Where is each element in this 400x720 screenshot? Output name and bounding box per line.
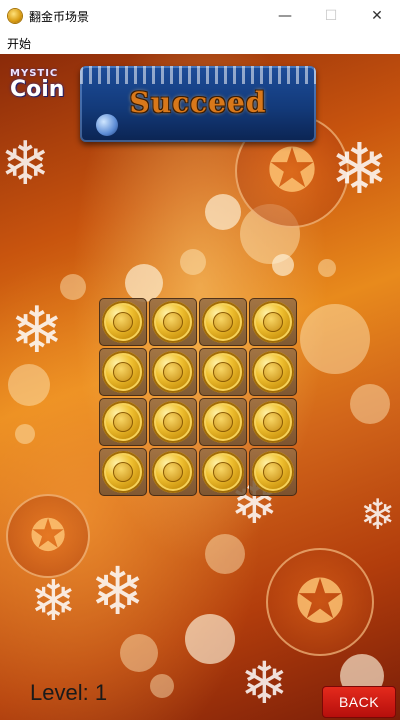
coin-grid [99,298,299,498]
snowflake-icon: ❄ [360,490,396,539]
bokeh-light [15,424,35,444]
coin-tile[interactable] [249,298,297,346]
bokeh-light [185,614,235,664]
gold-coin-icon [102,451,144,493]
window-title: 翻金币场景 [29,9,90,24]
bokeh-light [125,264,163,302]
window-controls: — ☐ ✕ [262,0,400,32]
gold-coin-icon [202,451,244,493]
title-bar: 翻金币场景 — ☐ ✕ [0,0,400,32]
game-logo: MYSTIC Coin [10,68,64,102]
gold-coin-icon [252,451,294,493]
coin-tile[interactable] [249,398,297,446]
gold-coin-icon [252,351,294,393]
bokeh-light [205,534,245,574]
gold-coin-icon [102,301,144,343]
coin-tile[interactable] [149,448,197,496]
snowflake-icon: ❄ [90,553,146,630]
close-button[interactable]: ✕ [354,0,400,32]
bokeh-light [8,364,50,406]
ornament-ball: ✪ [266,548,374,656]
gold-coin-icon [152,451,194,493]
coin-tile[interactable] [149,298,197,346]
logo-title: Coin [10,77,65,102]
coin-tile[interactable] [99,398,147,446]
menu-item-start[interactable]: 开始 [7,35,31,52]
coin-tile[interactable] [199,298,247,346]
coin-tile[interactable] [199,398,247,446]
coin-tile[interactable] [199,448,247,496]
coin-tile[interactable] [149,398,197,446]
coin-tile[interactable] [249,348,297,396]
level-label: Level: 1 [30,680,108,705]
bokeh-light [272,254,294,276]
minimize-button[interactable]: — [262,0,308,32]
coin-tile[interactable] [99,448,147,496]
bokeh-light [180,249,206,275]
snowflake-icon: ❄ [240,649,289,717]
coin-tile[interactable] [99,298,147,346]
snowflake-icon: ❄ [10,294,64,368]
coin-tile[interactable] [249,448,297,496]
back-button[interactable]: BACK [322,686,396,718]
bokeh-light [120,634,158,672]
menu-bar: 开始 [0,32,400,54]
bokeh-light [300,304,370,374]
gold-coin-icon [152,301,194,343]
gold-coin-icon [252,301,294,343]
coin-icon [8,9,22,23]
success-banner: Succeed [80,66,316,142]
bokeh-light [205,194,241,230]
gold-coin-icon [202,301,244,343]
gold-coin-icon [252,401,294,443]
snowflake-icon: ❄ [0,129,51,199]
game-scene: ✪ ✪ ✪ ❄ ❄ ❄ ❄ ❄ ❄ ❄ ❄ MYSTIC Coin Succee… [0,54,400,720]
coin-tile[interactable] [149,348,197,396]
gold-coin-icon [202,401,244,443]
gold-coin-icon [152,401,194,443]
success-text: Succeed [129,86,267,119]
snowflake-icon: ❄ [30,569,77,634]
bokeh-light [150,674,174,698]
ornament-ball: ✪ [6,494,90,578]
gold-coin-icon [102,401,144,443]
bokeh-light [60,274,86,300]
bokeh-light [350,384,390,424]
bokeh-light [318,259,336,277]
gold-coin-icon [202,351,244,393]
coin-tile[interactable] [199,348,247,396]
banner-snow-decoration [80,66,316,84]
gold-coin-icon [102,351,144,393]
snowflake-icon: ❄ [330,128,389,210]
gold-coin-icon [152,351,194,393]
coin-tile[interactable] [99,348,147,396]
maximize-button: ☐ [324,8,338,24]
